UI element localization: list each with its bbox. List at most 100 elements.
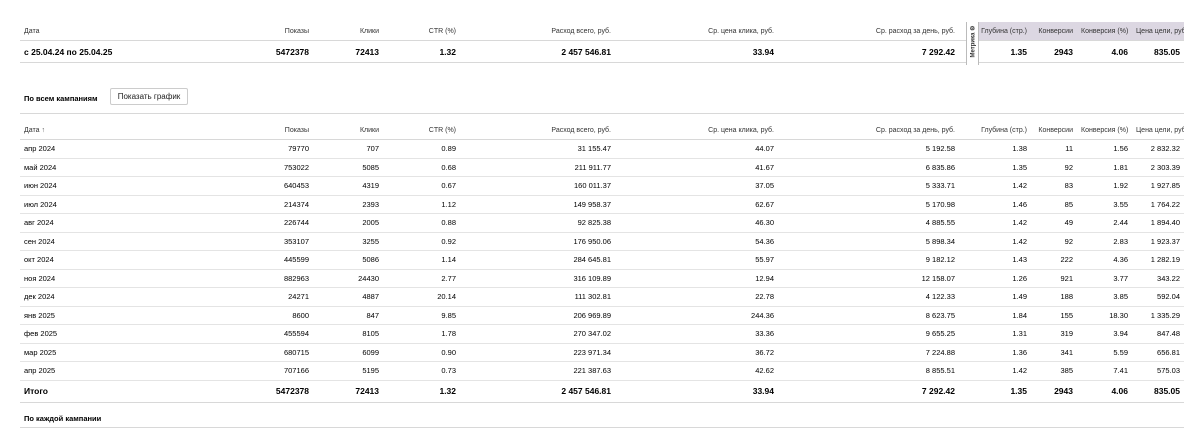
- cell-cpc: 44.07: [615, 139, 778, 159]
- cell-daily-spend: 5 170.98: [778, 195, 971, 214]
- cell-goal-cost: 2 303.39: [1132, 158, 1184, 177]
- cell-depth: 1.36: [971, 343, 1031, 362]
- col-depth[interactable]: Глубина (стр.): [971, 122, 1031, 140]
- cell-date: фев 2025: [20, 324, 225, 344]
- cell-date: окт 2024: [20, 250, 225, 270]
- cell-clicks: 6099: [313, 343, 383, 362]
- col-cpc[interactable]: Ср. цена клика, руб.: [615, 122, 778, 140]
- col-spend[interactable]: Расход всего, руб.: [460, 122, 615, 140]
- col-goal-cost: Цена цели, руб.: [1132, 22, 1184, 41]
- cell-cpc: 22.78: [615, 287, 778, 307]
- cell-daily-spend: 7 224.88: [778, 343, 971, 362]
- campaigns-header-row: Дата ↑ Показы Клики CTR (%) Расход всего…: [20, 122, 1184, 140]
- cell-depth: 1.49: [971, 287, 1031, 307]
- col-date-sortable[interactable]: Дата ↑: [20, 122, 225, 140]
- cell-depth: 1.42: [971, 213, 1031, 233]
- cell-cpc: 12.94: [615, 269, 778, 288]
- col-conversions[interactable]: Конверсии: [1031, 122, 1077, 140]
- cell-depth: 1.84: [971, 306, 1031, 325]
- cell-impressions: 79770: [225, 139, 313, 159]
- total-depth: 1.35: [971, 380, 1031, 403]
- cell-spend: 160 011.37: [460, 176, 615, 196]
- gear-icon: ⚙: [970, 25, 977, 31]
- cell-spend: 316 109.89: [460, 269, 615, 288]
- col-impressions[interactable]: Показы: [225, 122, 313, 140]
- cell-impressions: 353107: [225, 232, 313, 251]
- cell-impressions: 214374: [225, 195, 313, 214]
- cell-date: авг 2024: [20, 213, 225, 233]
- bottom-divider: [20, 427, 1184, 428]
- cell-cpc: 33.36: [615, 324, 778, 344]
- cell-impressions: 445599: [225, 250, 313, 270]
- cell-conversion-rate: 1.92: [1077, 176, 1132, 196]
- cell-spend: 31 155.47: [460, 139, 615, 159]
- cell-date: май 2024: [20, 158, 225, 177]
- cell-clicks: 8105: [313, 324, 383, 344]
- col-cpc: Ср. цена клика, руб.: [615, 22, 778, 41]
- cell-goal-cost: 1 894.40: [1132, 213, 1184, 233]
- cell-conversions: 341: [1031, 343, 1077, 362]
- cell-conversions: 92: [1031, 158, 1077, 177]
- cell-impressions: 8600: [225, 306, 313, 325]
- metrika-label: Метрика ⚙: [970, 22, 977, 62]
- cell-date: июн 2024: [20, 176, 225, 196]
- cell-date: ноя 2024: [20, 269, 225, 288]
- summary-conversions: 2943: [1031, 40, 1077, 63]
- cell-conversions: 222: [1031, 250, 1077, 270]
- cell-clicks: 3255: [313, 232, 383, 251]
- total-label: Итого: [20, 380, 225, 403]
- cell-daily-spend: 5 333.71: [778, 176, 971, 196]
- total-impressions: 5472378: [225, 380, 313, 403]
- summary-header-row: Дата Показы Клики CTR (%) Расход всего, …: [20, 22, 1184, 41]
- show-chart-button[interactable]: Показать график: [110, 88, 188, 105]
- cell-ctr: 2.77: [383, 269, 460, 288]
- table-row: янв 2025 8600 847 9.85 206 969.89 244.36 8 623…: [20, 306, 1184, 325]
- cell-conversion-rate: 1.81: [1077, 158, 1132, 177]
- cell-conversion-rate: 7.41: [1077, 361, 1132, 381]
- col-clicks[interactable]: Клики: [313, 122, 383, 140]
- cell-date: дек 2024: [20, 287, 225, 307]
- cell-goal-cost: 2 832.32: [1132, 139, 1184, 159]
- cell-cpc: 244.36: [615, 306, 778, 325]
- table-row: май 2024 753022 5085 0.68 211 911.77 41.67 6 8…: [20, 158, 1184, 177]
- table-row: дек 2024 24271 4887 20.14 111 302.81 22.78 4 1…: [20, 287, 1184, 307]
- cell-ctr: 20.14: [383, 287, 460, 307]
- cell-conversions: 85: [1031, 195, 1077, 214]
- col-ctr[interactable]: CTR (%): [383, 122, 460, 140]
- summary-depth: 1.35: [971, 40, 1031, 63]
- summary-ctr: 1.32: [383, 40, 460, 63]
- cell-clicks: 5195: [313, 361, 383, 381]
- summary-impressions: 5472378: [225, 40, 313, 63]
- cell-depth: 1.38: [971, 139, 1031, 159]
- cell-conversion-rate: 3.94: [1077, 324, 1132, 344]
- cell-cpc: 46.30: [615, 213, 778, 233]
- cell-daily-spend: 5 192.58: [778, 139, 971, 159]
- cell-spend: 284 645.81: [460, 250, 615, 270]
- cell-goal-cost: 1 282.19: [1132, 250, 1184, 270]
- summary-conversion-rate: 4.06: [1077, 40, 1132, 63]
- cell-goal-cost: 343.22: [1132, 269, 1184, 288]
- cell-impressions: 455594: [225, 324, 313, 344]
- cell-depth: 1.42: [971, 176, 1031, 196]
- col-spend: Расход всего, руб.: [460, 22, 615, 41]
- cell-conversions: 83: [1031, 176, 1077, 196]
- cell-conversion-rate: 3.85: [1077, 287, 1132, 307]
- cell-daily-spend: 8 623.75: [778, 306, 971, 325]
- cell-daily-spend: 6 835.86: [778, 158, 971, 177]
- sort-ascending-icon: ↑: [41, 127, 45, 134]
- cell-spend: 92 825.38: [460, 213, 615, 233]
- cell-date: июл 2024: [20, 195, 225, 214]
- col-conversions: Конверсии: [1031, 22, 1077, 41]
- cell-clicks: 2393: [313, 195, 383, 214]
- cell-depth: 1.43: [971, 250, 1031, 270]
- cell-ctr: 1.14: [383, 250, 460, 270]
- cell-ctr: 0.88: [383, 213, 460, 233]
- section-divider: [20, 113, 1184, 114]
- cell-ctr: 0.73: [383, 361, 460, 381]
- table-row: окт 2024 445599 5086 1.14 284 645.81 55.97 9 1…: [20, 250, 1184, 270]
- col-daily-spend[interactable]: Ср. расход за день, руб.: [778, 122, 971, 140]
- cell-conversions: 319: [1031, 324, 1077, 344]
- col-conversion-rate[interactable]: Конверсия (%): [1077, 122, 1132, 140]
- col-goal-cost[interactable]: Цена цели, руб.: [1132, 122, 1184, 140]
- total-conversions: 2943: [1031, 380, 1077, 403]
